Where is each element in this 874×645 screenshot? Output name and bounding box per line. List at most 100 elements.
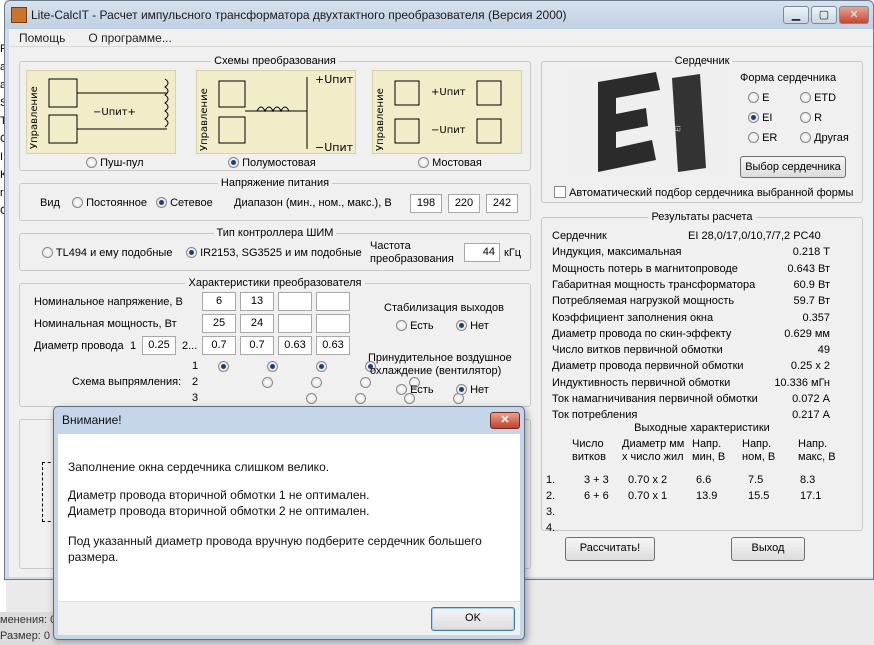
nom-power-2[interactable]: 24 [240, 314, 274, 333]
scheme-option-halfbridge[interactable]: Полумостовая [228, 157, 316, 169]
freq-input[interactable]: 44 [464, 243, 500, 262]
rectifier-row-3: 3 [192, 392, 199, 404]
shape-r-radio[interactable] [800, 112, 811, 123]
output-cell: 4. [546, 522, 556, 534]
scheme-option-pushpull[interactable]: Пуш-пул [86, 157, 144, 169]
shape-etd-radio[interactable] [800, 92, 811, 103]
output-header: Напр. [798, 438, 828, 450]
nom-voltage-3[interactable] [278, 292, 312, 311]
supply-mains-radio[interactable] [156, 197, 167, 208]
shape-e-radio[interactable] [748, 92, 759, 103]
result-label: Число витков первичной обмотки [552, 344, 723, 357]
menu-help[interactable]: Помощь [9, 29, 75, 47]
rectifier-radio[interactable] [355, 393, 366, 404]
shape-ei-radio[interactable] [748, 112, 759, 123]
select-core-button[interactable]: Выбор сердечника [740, 156, 846, 178]
supply-dc-radio[interactable] [72, 197, 83, 208]
ei-core-picture: EI [598, 72, 706, 172]
result-value: 60.9 Вт [793, 278, 830, 291]
shape-er[interactable]: ER [748, 132, 777, 144]
dialog-title: Внимание! [62, 413, 122, 427]
calculate-button[interactable]: Рассчитать! [565, 537, 655, 561]
pushpull-schematic: Управление −Uпит+ [29, 78, 169, 149]
nom-voltage-2[interactable]: 13 [240, 292, 274, 311]
pushpull-radio[interactable] [86, 157, 97, 168]
window-title: Lite-CalcIT - Расчет импульсного трансфо… [31, 8, 567, 22]
nom-power-4[interactable] [316, 314, 350, 333]
result-value: 0.072 А [792, 393, 830, 405]
exit-button[interactable]: Выход [731, 537, 805, 561]
schemes-title: Схемы преобразования [211, 55, 339, 67]
cool-no-radio[interactable] [456, 384, 467, 395]
converter-group: Характеристики преобразователя Номинальн… [19, 277, 531, 407]
wire-secondary-1[interactable]: 0.7 [202, 336, 236, 355]
shape-er-radio[interactable] [748, 132, 759, 143]
stab-yes-radio[interactable] [396, 320, 407, 331]
pwm-tl494-radio[interactable] [42, 247, 53, 258]
bridge-schematic: Управление +Uпит −Uпит [375, 80, 502, 151]
supply-min-input[interactable]: 198 [410, 194, 442, 213]
bridge-diagram[interactable]: Управление +Uпит −Uпит [372, 70, 522, 154]
output-header: Напр. [742, 438, 772, 450]
result-value: 0.643 Вт [787, 262, 830, 275]
rectifier-radio[interactable] [267, 361, 278, 372]
stab-no-radio[interactable] [456, 320, 467, 331]
result-value: 0.217 А [792, 409, 830, 422]
pwm-ir2153-radio[interactable] [186, 247, 197, 258]
svg-text:−Uпит: −Uпит [315, 141, 354, 154]
nom-power-1[interactable]: 25 [202, 314, 236, 333]
auto-core-option[interactable]: Автоматический подбор сердечника выбранн… [554, 186, 853, 199]
supply-dc-option[interactable]: Постоянное [72, 197, 147, 209]
nom-voltage-4[interactable] [316, 292, 350, 311]
scheme-option-bridge[interactable]: Мостовая [418, 157, 482, 169]
halfbridge-schematic: Управление +Uпит −Uпит [199, 73, 354, 154]
dialog-close-button[interactable]: ✕ [490, 412, 520, 429]
result-value: 10.336 мГн [774, 376, 830, 389]
shape-r[interactable]: R [800, 112, 822, 124]
rectifier-radio[interactable] [218, 361, 229, 372]
ok-button[interactable]: OK [431, 607, 515, 631]
cool-yes-radio[interactable] [396, 384, 407, 395]
halfbridge-radio[interactable] [228, 157, 239, 168]
cool-yes-option[interactable]: Есть [396, 384, 434, 396]
pwm-tl494-option[interactable]: TL494 и ему подобные [42, 247, 172, 259]
pwm-ir2153-option[interactable]: IR2153, SG3525 и им подобные [186, 247, 362, 259]
halfbridge-diagram[interactable]: Управление +Uпит −Uпит [196, 70, 356, 154]
title-bar[interactable]: Lite-CalcIT - Расчет импульсного трансфо… [5, 1, 873, 29]
wire-secondary-4[interactable]: 0.63 [316, 336, 350, 355]
stab-yes-option[interactable]: Есть [396, 320, 434, 332]
menu-about[interactable]: О программе... [78, 29, 181, 47]
shape-ei[interactable]: EI [748, 112, 772, 124]
wire-secondary-3[interactable]: 0.63 [278, 336, 312, 355]
rectifier-radio[interactable] [306, 393, 317, 404]
dialog-message: Заполнение окна сердечника слишком велик… [68, 460, 330, 474]
shape-other-radio[interactable] [800, 132, 811, 143]
wire-secondary-2[interactable]: 0.7 [240, 336, 274, 355]
supply-max-input[interactable]: 242 [486, 194, 518, 213]
nom-voltage-1[interactable]: 6 [202, 292, 236, 311]
shape-etd[interactable]: ETD [800, 92, 836, 104]
pushpull-diagram[interactable]: Управление −Uпит+ [26, 70, 176, 154]
rectifier-radio[interactable] [360, 377, 371, 388]
auto-core-checkbox[interactable] [554, 186, 566, 198]
close-button[interactable]: ✕ [839, 6, 869, 24]
stab-no-option[interactable]: Нет [456, 320, 489, 332]
result-value: 0.357 [802, 311, 830, 324]
core-title: Сердечник [671, 55, 733, 67]
nom-power-3[interactable] [278, 314, 312, 333]
supply-mains-option[interactable]: Сетевое [156, 197, 213, 209]
stab-title: Стабилизация выходов [384, 302, 504, 314]
minimize-button[interactable]: ▁ [783, 6, 809, 24]
bridge-radio[interactable] [418, 157, 429, 168]
rectifier-radio[interactable] [316, 361, 327, 372]
shape-other[interactable]: Другая [800, 132, 849, 144]
rectifier-radio[interactable] [311, 377, 322, 388]
supply-nom-input[interactable]: 220 [448, 194, 480, 213]
schemes-group: Схемы преобразования Управление −Uпит+ П… [19, 55, 531, 171]
wire-primary-input[interactable]: 0.25 [142, 336, 176, 355]
rectifier-radio[interactable] [262, 377, 273, 388]
cool-no-option[interactable]: Нет [456, 384, 489, 396]
shape-e[interactable]: E [748, 92, 769, 104]
maximize-button[interactable]: ▢ [811, 6, 837, 24]
core-logo-text: EI [674, 125, 683, 132]
